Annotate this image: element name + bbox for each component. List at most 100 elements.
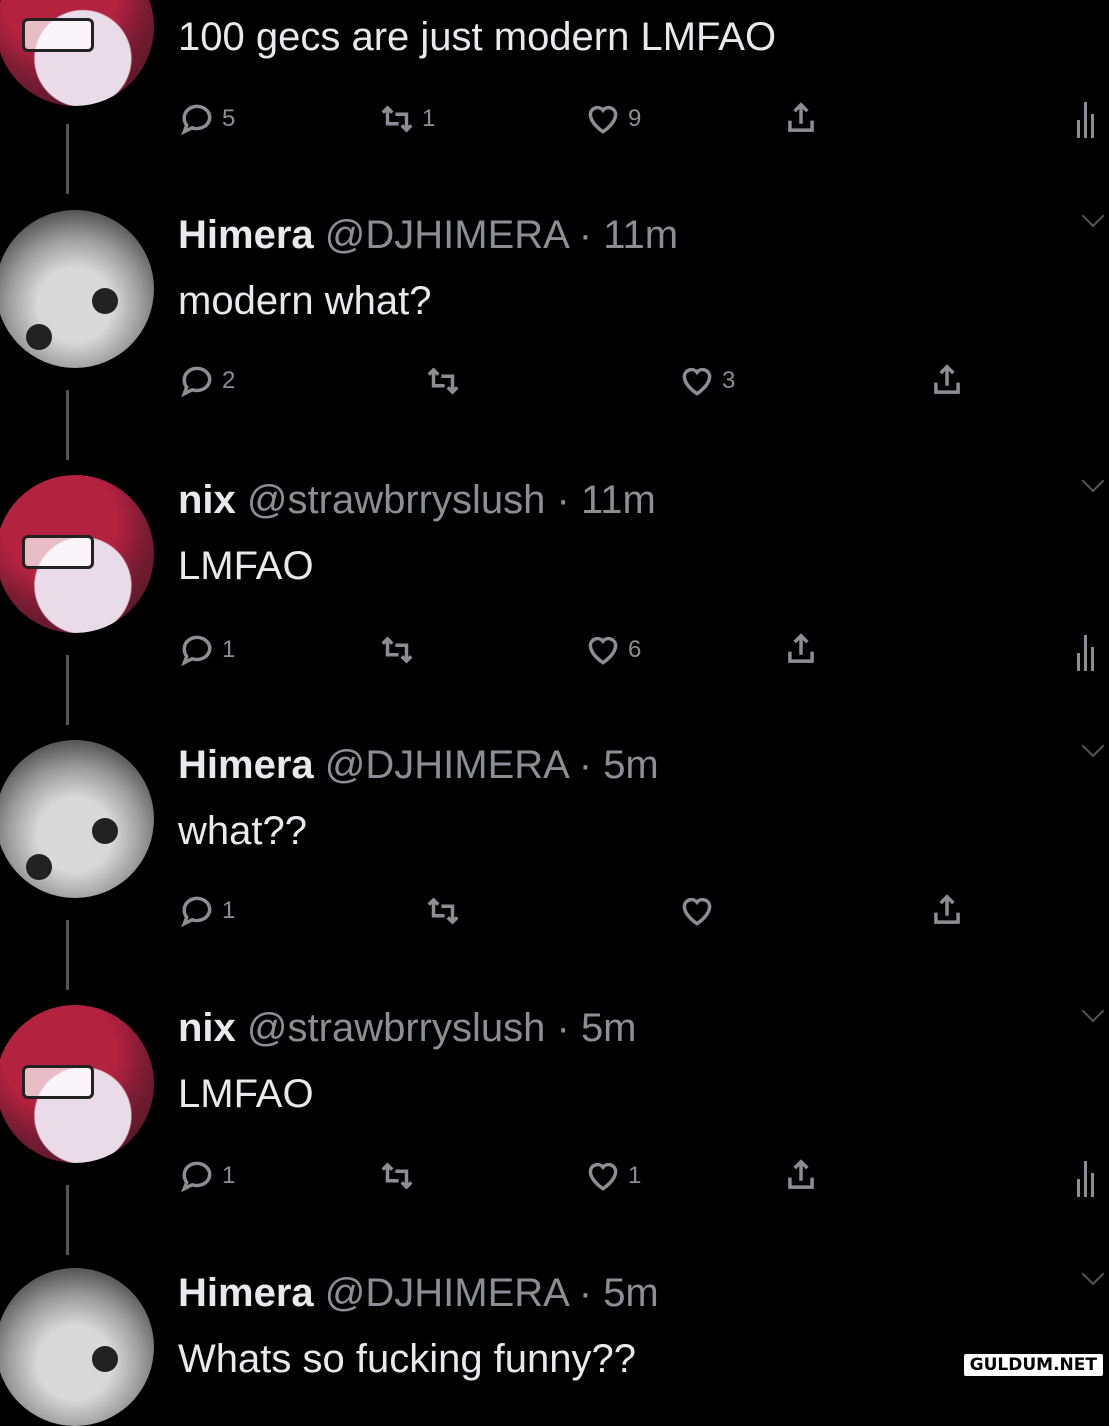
separator-dot: ·	[578, 1271, 593, 1315]
tweet-header: Himera @DJHIMERA · 11m	[178, 212, 678, 258]
share-button[interactable]	[782, 1157, 820, 1195]
tweet-actions: 1 1	[178, 1157, 1078, 1197]
retweet-button[interactable]: 1	[378, 100, 435, 138]
avatar[interactable]	[0, 475, 154, 633]
tweet-text: modern what?	[178, 279, 432, 323]
user-handle[interactable]: @DJHIMERA	[325, 1271, 568, 1315]
like-button[interactable]	[678, 892, 722, 930]
tweet-actions: 5 1 9	[178, 100, 1078, 140]
retweet-button[interactable]	[424, 892, 468, 930]
tweet[interactable]: nix @strawbrryslush · 5m LMFAO 1 1	[0, 995, 1109, 1260]
separator-dot: ·	[556, 478, 570, 522]
watermark: GULDUM.NET	[963, 1354, 1103, 1376]
chevron-down-icon[interactable]	[1081, 1262, 1105, 1286]
like-button[interactable]: 9	[584, 100, 641, 138]
share-button[interactable]	[782, 631, 820, 669]
avatar[interactable]	[0, 210, 154, 368]
display-name[interactable]: nix	[178, 478, 236, 522]
tweet-text: LMFAO	[178, 1072, 314, 1116]
reply-count: 1	[222, 897, 236, 924]
reply-count: 1	[222, 636, 236, 663]
retweet-button[interactable]	[378, 631, 422, 669]
tweet-actions: 1	[178, 892, 1078, 932]
display-name[interactable]: nix	[178, 1006, 236, 1050]
reply-icon	[181, 366, 212, 398]
tweet[interactable]: Himera @DJHIMERA · 5m Whats so fucking f…	[0, 1260, 1109, 1426]
share-icon	[788, 102, 814, 132]
like-button[interactable]: 3	[678, 362, 735, 400]
share-icon	[788, 633, 814, 663]
avatar[interactable]	[0, 0, 154, 106]
avatar[interactable]	[0, 740, 154, 898]
share-button[interactable]	[782, 100, 820, 138]
reply-button[interactable]: 1	[178, 1157, 235, 1195]
display-name[interactable]: Himera	[178, 743, 314, 787]
timestamp[interactable]: 5m	[581, 1006, 637, 1050]
timestamp[interactable]: 11m	[581, 478, 656, 522]
tweet[interactable]: 100 gecs are just modern LMFAO 5 1 9	[0, 0, 1109, 200]
tweet-header: Himera @DJHIMERA · 5m	[178, 742, 659, 788]
reply-button[interactable]: 2	[178, 362, 235, 400]
reply-button[interactable]: 1	[178, 892, 235, 930]
thread-line	[66, 920, 69, 990]
tweet[interactable]: Himera @DJHIMERA · 11m modern what? 2 3	[0, 200, 1109, 465]
reply-button[interactable]: 5	[178, 100, 235, 138]
timestamp[interactable]: 5m	[603, 743, 659, 787]
avatar[interactable]	[0, 1005, 154, 1163]
user-handle[interactable]: @strawbrryslush	[247, 1006, 545, 1050]
separator-dot: ·	[556, 1006, 570, 1050]
like-icon	[588, 1162, 618, 1191]
tweet[interactable]: Himera @DJHIMERA · 5m what?? 1	[0, 730, 1109, 995]
tweet[interactable]: nix @strawbrryslush · 11m LMFAO 1 6	[0, 465, 1109, 730]
like-button[interactable]: 1	[584, 1157, 641, 1195]
like-icon	[682, 897, 712, 926]
chevron-down-icon[interactable]	[1081, 734, 1105, 758]
user-handle[interactable]: @DJHIMERA	[325, 213, 568, 257]
like-count: 9	[628, 105, 642, 132]
tweet-text: what??	[178, 809, 307, 853]
like-count: 6	[628, 636, 642, 663]
thread-line	[66, 655, 69, 725]
display-name[interactable]: Himera	[178, 1271, 314, 1315]
analytics-icon[interactable]	[1075, 1157, 1095, 1197]
retweet-icon	[427, 367, 459, 395]
chevron-down-icon[interactable]	[1081, 204, 1105, 228]
retweet-button[interactable]	[378, 1157, 422, 1195]
share-icon	[788, 1159, 814, 1189]
retweet-button[interactable]	[424, 362, 468, 400]
reply-count: 1	[222, 1162, 236, 1189]
share-icon	[934, 364, 960, 394]
chevron-down-icon[interactable]	[1081, 999, 1105, 1023]
retweet-icon	[381, 105, 413, 133]
tweet-text: 100 gecs are just modern LMFAO	[178, 15, 777, 59]
share-button[interactable]	[928, 362, 966, 400]
user-handle[interactable]: @DJHIMERA	[325, 743, 568, 787]
tweet-text: Whats so fucking funny??	[178, 1337, 637, 1381]
analytics-icon[interactable]	[1075, 98, 1095, 138]
like-button[interactable]: 6	[584, 631, 641, 669]
thread-line	[66, 390, 69, 460]
chevron-down-icon[interactable]	[1081, 469, 1105, 493]
tweet-actions: 2 3	[178, 362, 1078, 402]
like-icon	[682, 367, 712, 396]
tweet-header: nix @strawbrryslush · 5m	[178, 1005, 637, 1051]
like-count: 1	[628, 1162, 642, 1189]
timestamp[interactable]: 5m	[603, 1271, 659, 1315]
tweet-text: LMFAO	[178, 544, 314, 588]
analytics-icon[interactable]	[1075, 631, 1095, 671]
separator-dot: ·	[578, 743, 593, 787]
like-count: 3	[722, 367, 736, 394]
tweet-header: Himera @DJHIMERA · 5m	[178, 1270, 659, 1316]
reply-icon	[181, 896, 212, 928]
share-button[interactable]	[928, 892, 966, 930]
display-name[interactable]: Himera	[178, 213, 314, 257]
reply-button[interactable]: 1	[178, 631, 235, 669]
tweet-header: nix @strawbrryslush · 11m	[178, 477, 656, 523]
timestamp[interactable]: 11m	[603, 213, 678, 257]
avatar[interactable]	[0, 1268, 154, 1426]
user-handle[interactable]: @strawbrryslush	[247, 478, 545, 522]
reply-count: 5	[222, 105, 236, 132]
like-icon	[588, 636, 618, 665]
reply-icon	[181, 635, 212, 667]
reply-count: 2	[222, 367, 236, 394]
